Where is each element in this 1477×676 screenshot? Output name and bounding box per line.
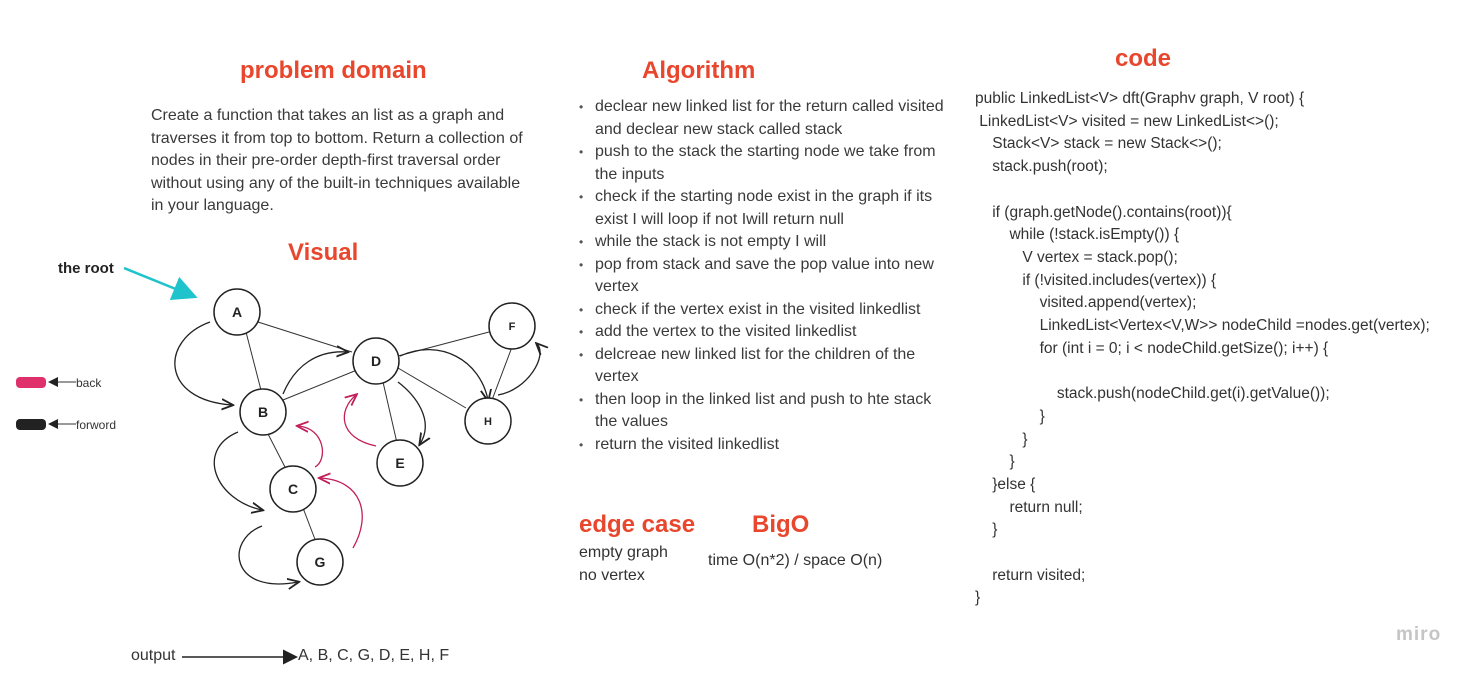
node-g: G — [296, 538, 344, 586]
svg-text:A: A — [232, 304, 242, 320]
arrow-c-to-g — [238, 525, 298, 584]
arrow-d-to-e — [397, 381, 425, 444]
svg-text:C: C — [288, 481, 298, 497]
svg-text:E: E — [395, 455, 404, 471]
legend-back-swatch — [16, 377, 46, 388]
output-value: A, B, C, G, D, E, H, F — [298, 647, 450, 664]
root-label: the root — [58, 260, 114, 277]
edge-a-b — [245, 331, 263, 395]
arrow-c-back-to-b — [298, 426, 324, 468]
legend — [16, 377, 76, 430]
svg-text:H: H — [484, 416, 492, 428]
node-e: E — [376, 439, 424, 487]
root-pointer-arrow — [123, 266, 198, 301]
svg-text:G: G — [315, 554, 326, 570]
node-c: C — [269, 465, 317, 513]
edge-c-g — [302, 507, 317, 543]
node-b: B — [239, 388, 287, 436]
arrow-b-to-d — [282, 352, 347, 395]
arrow-d-to-h — [399, 349, 488, 400]
graph-diagram: A B C D E F G H — [16, 266, 1477, 665]
node-d: D — [352, 337, 400, 385]
arrow-h-to-f — [497, 344, 540, 396]
legend-forward-swatch — [16, 419, 46, 430]
miro-watermark: miro — [1396, 624, 1442, 645]
legend-forward-label: forword — [76, 418, 117, 432]
svg-text:F: F — [509, 321, 516, 333]
edge-a-d — [257, 321, 353, 353]
edge-b-c — [266, 431, 287, 470]
node-a: A — [213, 288, 261, 336]
edge-d-h — [397, 367, 467, 409]
arrow-e-back-to-d — [343, 395, 377, 447]
svg-text:D: D — [371, 353, 381, 369]
node-f: F — [488, 302, 536, 350]
arrow-a-to-b — [174, 321, 232, 405]
arrow-g-back-to-c — [320, 478, 363, 549]
legend-back-label: back — [76, 376, 102, 390]
svg-text:B: B — [258, 404, 268, 420]
node-h: H — [464, 397, 512, 445]
arrow-b-to-c — [213, 431, 262, 510]
edge-d-e — [382, 381, 398, 444]
output-label: output — [131, 647, 176, 664]
